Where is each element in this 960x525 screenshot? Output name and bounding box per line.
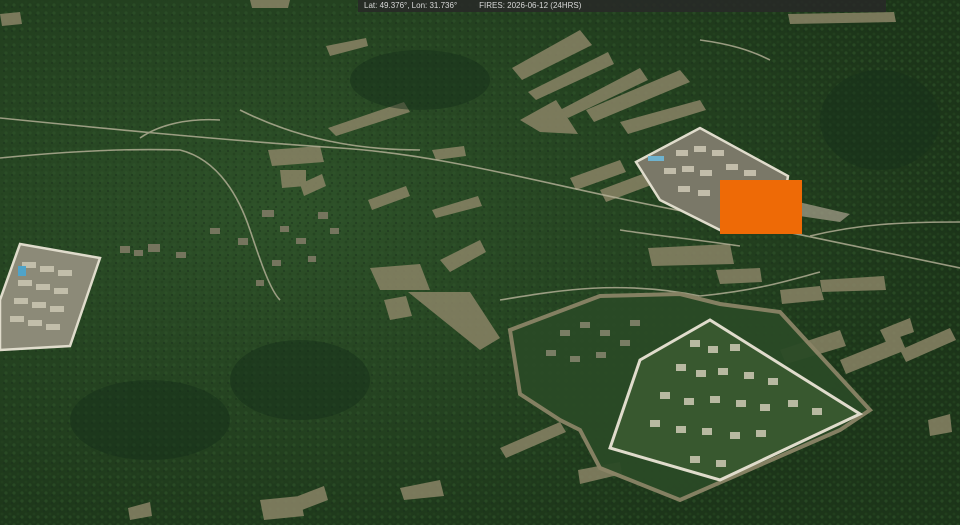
satellite-imagery xyxy=(0,0,960,525)
coordinate-status-bar: Lat: 49.376°, Lon: 31.736° FIRES: 2026-0… xyxy=(358,0,886,12)
satellite-map[interactable] xyxy=(0,0,960,525)
fires-readout: FIRES: 2026-06-12 (24HRS) xyxy=(479,1,582,10)
fire-detection-marker[interactable] xyxy=(720,180,802,234)
coordinate-readout: Lat: 49.376°, Lon: 31.736° xyxy=(364,1,458,10)
